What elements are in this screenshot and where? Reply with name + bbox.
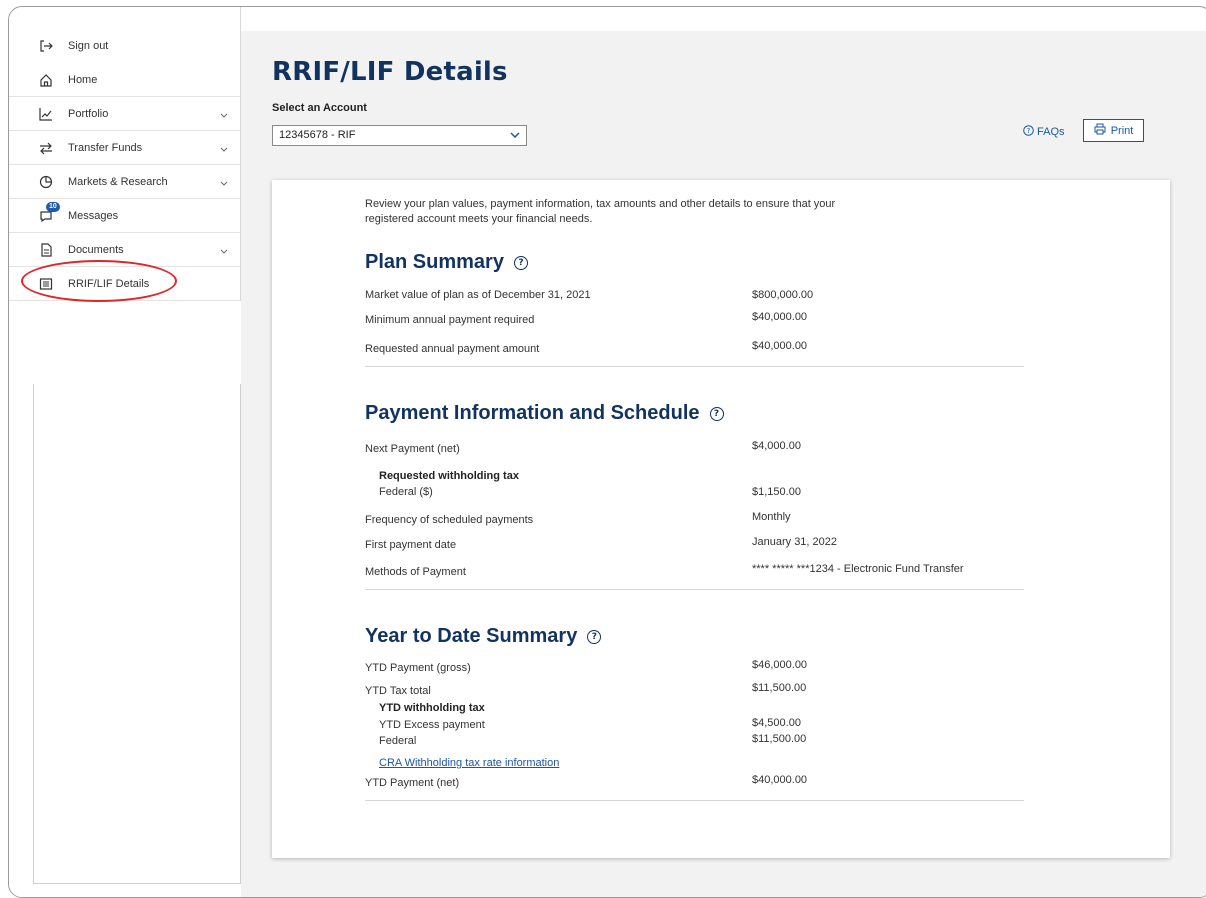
row-value: $11,500.00 xyxy=(752,733,807,745)
row-label: Methods of Payment xyxy=(365,566,466,578)
row-value: January 31, 2022 xyxy=(752,536,838,548)
svg-text:?: ? xyxy=(1027,127,1031,135)
row-label: Minimum annual payment required xyxy=(365,314,535,326)
chat-bubble-icon: 10 xyxy=(38,201,60,224)
section-title-text: Payment Information and Schedule xyxy=(365,402,700,424)
document-icon xyxy=(38,242,54,258)
row-label: Market value of plan as of December 31, … xyxy=(365,289,591,301)
row-value: $4,000.00 xyxy=(752,440,801,452)
sidebar-item-label: Markets & Research xyxy=(68,175,168,188)
pie-chart-icon xyxy=(38,174,54,190)
ytd-summary-title: Year to Date Summary ? xyxy=(365,625,602,648)
section-title-text: Year to Date Summary xyxy=(365,625,578,647)
account-select-label: Select an Account xyxy=(272,102,367,114)
message-count-badge: 10 xyxy=(46,201,60,212)
help-icon[interactable]: ? xyxy=(513,255,528,270)
chevron-down-icon xyxy=(510,129,520,141)
sidebar-item-transfer-funds[interactable]: Transfer Funds xyxy=(9,131,240,165)
row-label: Requested annual payment amount xyxy=(365,343,540,355)
help-icon[interactable]: ? xyxy=(587,629,602,644)
sidebar-item-label: Portfolio xyxy=(68,107,109,120)
section-divider xyxy=(365,366,1024,367)
sidebar-item-label: Home xyxy=(68,73,98,86)
row-value: $40,000.00 xyxy=(752,774,808,786)
sidebar-item-messages[interactable]: 10 Messages xyxy=(9,199,240,233)
sidebar-item-label: Messages xyxy=(68,209,119,222)
sidebar-item-portfolio[interactable]: Portfolio xyxy=(9,97,240,131)
sidebar-item-label: Documents xyxy=(68,243,124,256)
row-label: First payment date xyxy=(365,539,457,551)
row-value: $40,000.00 xyxy=(752,311,808,323)
chart-line-icon xyxy=(38,106,54,122)
row-label: Frequency of scheduled payments xyxy=(365,514,534,526)
section-divider xyxy=(365,589,1024,590)
row-value: $800,000.00 xyxy=(752,289,814,301)
home-icon xyxy=(38,72,54,88)
row-label: YTD Payment (net) xyxy=(365,777,460,789)
chevron-down-icon xyxy=(220,109,228,121)
row-label: YTD Excess payment xyxy=(379,719,485,731)
main-content: RRIF/LIF Details Select an Account 12345… xyxy=(241,31,1206,897)
sidebar-item-home[interactable]: Home xyxy=(9,63,240,97)
cra-withholding-link[interactable]: CRA Withholding tax rate information xyxy=(379,757,559,769)
chevron-down-icon xyxy=(220,177,228,189)
row-label: Federal xyxy=(379,735,417,747)
row-value: Monthly xyxy=(752,511,791,523)
row-label: Next Payment (net) xyxy=(365,443,460,455)
help-icon: ? xyxy=(1023,125,1034,139)
row-value: $4,500.00 xyxy=(752,717,801,729)
print-label: Print xyxy=(1110,124,1134,137)
plan-summary-title: Plan Summary ? xyxy=(365,251,528,274)
sidebar-lower-panel xyxy=(33,384,241,884)
row-value: $46,000.00 xyxy=(752,659,808,671)
row-label: Requested withholding tax xyxy=(379,470,519,482)
row-label: YTD withholding tax xyxy=(379,702,485,714)
account-select-value: 12345678 - RIF xyxy=(279,129,356,141)
faqs-link[interactable]: ? FAQs xyxy=(1023,125,1065,139)
row-value: $11,500.00 xyxy=(752,682,807,694)
help-icon[interactable]: ? xyxy=(709,406,724,421)
details-card: Review your plan values, payment informa… xyxy=(272,180,1170,858)
sign-out-icon xyxy=(38,38,54,54)
row-value: **** ***** ***1234 - Electronic Fund Tra… xyxy=(752,563,964,575)
faqs-label: FAQs xyxy=(1037,126,1065,138)
section-divider xyxy=(365,800,1024,801)
chevron-down-icon xyxy=(220,143,228,155)
transfer-arrows-icon xyxy=(38,140,54,156)
section-title-text: Plan Summary xyxy=(365,251,504,273)
sidebar-item-markets-research[interactable]: Markets & Research xyxy=(9,165,240,199)
row-value: $40,000.00 xyxy=(752,340,808,352)
row-label: YTD Payment (gross) xyxy=(365,662,471,674)
sidebar-item-sign-out[interactable]: Sign out xyxy=(9,29,240,63)
payment-info-title: Payment Information and Schedule ? xyxy=(365,402,724,425)
row-label: YTD Tax total xyxy=(365,685,431,697)
sidebar-item-label: Transfer Funds xyxy=(68,141,143,154)
account-select[interactable]: 12345678 - RIF xyxy=(272,125,527,146)
app-frame: Sign out Home Portfolio Transfer Funds M… xyxy=(8,6,1206,898)
sidebar-item-label: Sign out xyxy=(68,40,109,52)
printer-icon xyxy=(1094,123,1106,138)
row-label: Federal ($) xyxy=(379,486,433,498)
page-title: RRIF/LIF Details xyxy=(272,57,508,87)
intro-text: Review your plan values, payment informa… xyxy=(365,198,836,225)
highlight-annotation-circle xyxy=(21,260,177,302)
sidebar: Sign out Home Portfolio Transfer Funds M… xyxy=(9,7,241,897)
chevron-down-icon xyxy=(220,245,228,257)
row-value: $1,150.00 xyxy=(752,486,801,498)
print-button[interactable]: Print xyxy=(1083,119,1144,142)
